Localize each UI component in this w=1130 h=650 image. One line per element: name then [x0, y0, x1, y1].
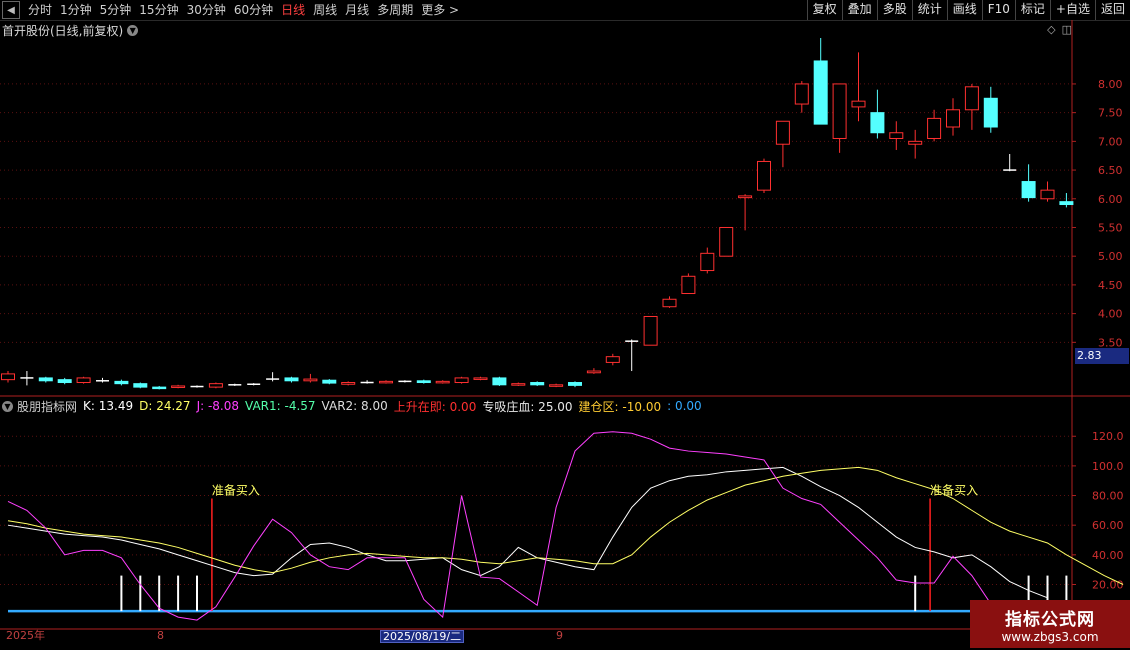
candle-body	[889, 132, 904, 139]
candle-body	[908, 140, 923, 145]
candle-body	[435, 380, 450, 384]
d-value: D: 24.27	[139, 399, 191, 413]
candle-body	[568, 382, 582, 386]
candle-body	[492, 377, 507, 386]
candle-body	[870, 112, 885, 134]
candle-body	[303, 378, 318, 382]
candle-body	[322, 379, 337, 384]
candle-body	[171, 385, 186, 388]
date-axis: 2025年 8 2025/08/19/二 9	[0, 629, 1130, 643]
price-tick-label: 8.00	[1098, 78, 1123, 91]
candle-body	[76, 377, 91, 384]
candle-body	[549, 384, 564, 387]
candle-body	[1021, 181, 1036, 199]
candle-body	[757, 160, 771, 191]
price-tick-label: 4.50	[1098, 279, 1123, 292]
last-price-label: 2.83	[1075, 348, 1129, 364]
watermark-logo: 指标公式网 www.zbgs3.com	[970, 600, 1130, 648]
price-tick-label: 7.00	[1098, 135, 1123, 148]
rise-value: 上升在即: 0.00	[393, 399, 477, 414]
var1-value: VAR1: -4.57	[245, 399, 316, 413]
candle-body	[794, 83, 809, 105]
var2-value: VAR2: 8.00	[321, 399, 388, 413]
candle-body	[473, 377, 488, 380]
indicator-tick-label: 80.00	[1092, 490, 1124, 503]
candle-body	[738, 195, 753, 199]
candle-body	[341, 382, 356, 385]
indicator-tick-label: 60.00	[1092, 519, 1124, 532]
price-tick-label: 7.50	[1098, 107, 1123, 120]
candle-body	[586, 370, 601, 374]
buy-signal-label: 准备买入	[212, 484, 260, 498]
candle-body	[946, 109, 960, 128]
candle-body	[605, 356, 620, 363]
candle-body	[38, 377, 53, 382]
candle-body	[681, 275, 696, 295]
candle-body	[700, 252, 715, 272]
candle-body	[964, 86, 979, 111]
price-tick-label: 4.00	[1098, 308, 1123, 321]
watermark-title: 指标公式网	[1005, 609, 1095, 630]
candle-body	[1059, 201, 1074, 206]
candle-body	[133, 383, 148, 388]
indicator-menu-icon[interactable]: ▼	[2, 400, 13, 412]
candle-body	[114, 380, 129, 385]
date-month-8: 8	[157, 629, 164, 642]
candle-body	[813, 60, 828, 125]
watermark-url: www.zbgs3.com	[1001, 629, 1099, 644]
candle-body	[208, 383, 223, 388]
indicator-line-k	[7, 466, 1048, 599]
indicator-tick-label: 120.0	[1092, 430, 1124, 443]
candle-body	[152, 386, 167, 390]
buy-signal-label: 准备买入	[930, 484, 978, 498]
build-value: 建仓区: -10.00	[578, 399, 662, 414]
candle-body	[719, 226, 734, 257]
candle-body	[927, 117, 942, 139]
candle-body	[511, 383, 526, 386]
candle-body	[643, 315, 658, 346]
indicator-tick-label: 20.00	[1092, 578, 1124, 591]
k-value: K: 13.49	[83, 399, 134, 413]
indicator-name: 股朋指标网	[17, 399, 78, 414]
candle-body	[775, 120, 790, 145]
candle-body	[983, 97, 998, 128]
candle-body	[379, 380, 393, 384]
candle-body	[832, 83, 847, 139]
candle-body	[1, 373, 15, 381]
candle-body	[454, 377, 469, 384]
indicator-tick-label: 100.0	[1092, 460, 1124, 473]
candle-body	[416, 380, 431, 384]
price-tick-label: 6.50	[1098, 164, 1123, 177]
price-tick-label: 5.50	[1098, 221, 1123, 234]
candle-body	[57, 379, 72, 384]
candle-body	[662, 298, 677, 308]
date-cursor-label: 2025/08/19/二	[380, 630, 465, 643]
date-year: 2025年	[6, 629, 45, 642]
candle-body	[1040, 189, 1055, 200]
candle-body	[851, 100, 866, 108]
indicator-tick-label: 40.00	[1092, 549, 1124, 562]
candle-body	[284, 377, 299, 382]
extra-value: : 0.00	[667, 399, 702, 413]
j-value: J: -8.08	[196, 399, 240, 413]
date-month-9: 9	[556, 629, 563, 642]
indicator-legend: ▼ 股朋指标网 K: 13.49 D: 24.27 J: -8.08 VAR1:…	[2, 398, 708, 414]
candle-body	[530, 382, 545, 386]
price-tick-label: 6.00	[1098, 193, 1123, 206]
absorb-value: 专吸庄血: 25.00	[482, 399, 573, 414]
chart-canvas[interactable]: 8.007.507.006.506.005.505.004.504.003.50…	[0, 0, 1130, 650]
price-tick-label: 5.00	[1098, 250, 1123, 263]
